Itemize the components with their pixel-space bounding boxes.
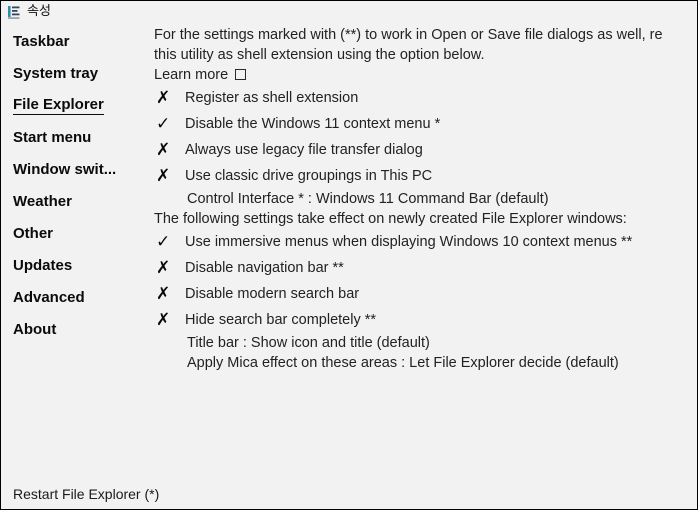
sidebar-item-other[interactable]: Other (1, 217, 151, 249)
option-label: Register as shell extension (185, 90, 359, 106)
sidebar-item-label: Window swit... (13, 160, 117, 178)
option-disable-navigation-bar[interactable]: ✗ Disable navigation bar ** (152, 255, 697, 281)
sidebar-item-label: Weather (13, 192, 72, 210)
sidebar-item-label: About (13, 320, 57, 338)
settings-panel: For the settings marked with (**) to wor… (152, 25, 697, 479)
title-bar-setting[interactable]: Title bar : Show icon and title (default… (152, 333, 697, 353)
sidebar-item-taskbar[interactable]: Taskbar (1, 25, 151, 57)
option-disable-win11-context-menu[interactable]: ✓ Disable the Windows 11 context menu * (152, 111, 697, 137)
option-label: Disable navigation bar ** (185, 260, 344, 276)
learn-more-checkbox[interactable] (235, 69, 247, 80)
cross-icon[interactable]: ✗ (152, 89, 185, 107)
option-hide-search-bar[interactable]: ✗ Hide search bar completely ** (152, 307, 697, 333)
window-title: 속성 (27, 4, 51, 19)
cross-icon[interactable]: ✗ (152, 311, 185, 329)
sidebar-item-label: System tray (13, 64, 99, 82)
cross-icon[interactable]: ✗ (152, 285, 185, 303)
sidebar-item-label: File Explorer (13, 96, 104, 115)
sidebar-item-label: Other (13, 224, 54, 242)
sidebar-item-window-switcher[interactable]: Window swit... (1, 153, 151, 185)
properties-window: 속성 Taskbar System tray File Explorer Sta… (0, 0, 698, 510)
cross-icon[interactable]: ✗ (152, 167, 185, 185)
sidebar-item-start-menu[interactable]: Start menu (1, 121, 151, 153)
properties-list-icon (6, 4, 22, 20)
control-interface-setting[interactable]: Control Interface * : Windows 11 Command… (152, 189, 697, 209)
option-immersive-menus[interactable]: ✓ Use immersive menus when displaying Wi… (152, 229, 697, 255)
intro-text-line-1: For the settings marked with (**) to wor… (154, 27, 663, 43)
sidebar-item-updates[interactable]: Updates (1, 249, 151, 281)
option-label: Hide search bar completely ** (185, 312, 377, 328)
option-legacy-file-transfer-dialog[interactable]: ✗ Always use legacy file transfer dialog (152, 137, 697, 163)
option-label: Disable modern search bar (185, 286, 360, 302)
section-note: The following settings take effect on ne… (154, 211, 627, 227)
option-label: Always use legacy file transfer dialog (185, 142, 423, 158)
check-icon[interactable]: ✓ (152, 115, 185, 133)
footer-bar: Restart File Explorer (*) (1, 479, 697, 509)
option-disable-modern-search-bar[interactable]: ✗ Disable modern search bar (152, 281, 697, 307)
sidebar-item-label: Taskbar (13, 32, 70, 50)
option-classic-drive-groupings[interactable]: ✗ Use classic drive groupings in This PC (152, 163, 697, 189)
sidebar-item-weather[interactable]: Weather (1, 185, 151, 217)
option-label: Disable the Windows 11 context menu * (185, 116, 441, 132)
cross-icon[interactable]: ✗ (152, 259, 185, 277)
sidebar-item-label: Advanced (13, 288, 85, 306)
learn-more-label: Learn more (154, 67, 229, 83)
sidebar-nav: Taskbar System tray File Explorer Start … (1, 25, 151, 345)
sidebar-item-file-explorer[interactable]: File Explorer (1, 89, 151, 121)
cross-icon[interactable]: ✗ (152, 141, 185, 159)
learn-more-row[interactable]: Learn more (152, 65, 697, 85)
sidebar-item-advanced[interactable]: Advanced (1, 281, 151, 313)
option-label: Use immersive menus when displaying Wind… (185, 234, 633, 250)
option-register-shell-extension[interactable]: ✗ Register as shell extension (152, 85, 697, 111)
sidebar-item-about[interactable]: About (1, 313, 151, 345)
title-bar: 속성 (1, 1, 697, 23)
restart-file-explorer-button[interactable]: Restart File Explorer (*) (13, 486, 159, 502)
mica-effect-setting[interactable]: Apply Mica effect on these areas : Let F… (152, 353, 697, 373)
option-label: Use classic drive groupings in This PC (185, 168, 433, 184)
sidebar-item-label: Start menu (13, 128, 92, 146)
sidebar-item-system-tray[interactable]: System tray (1, 57, 151, 89)
sidebar-item-label: Updates (13, 256, 73, 274)
intro-text-line-2: this utility as shell extension using th… (154, 47, 485, 63)
check-icon[interactable]: ✓ (152, 233, 185, 251)
